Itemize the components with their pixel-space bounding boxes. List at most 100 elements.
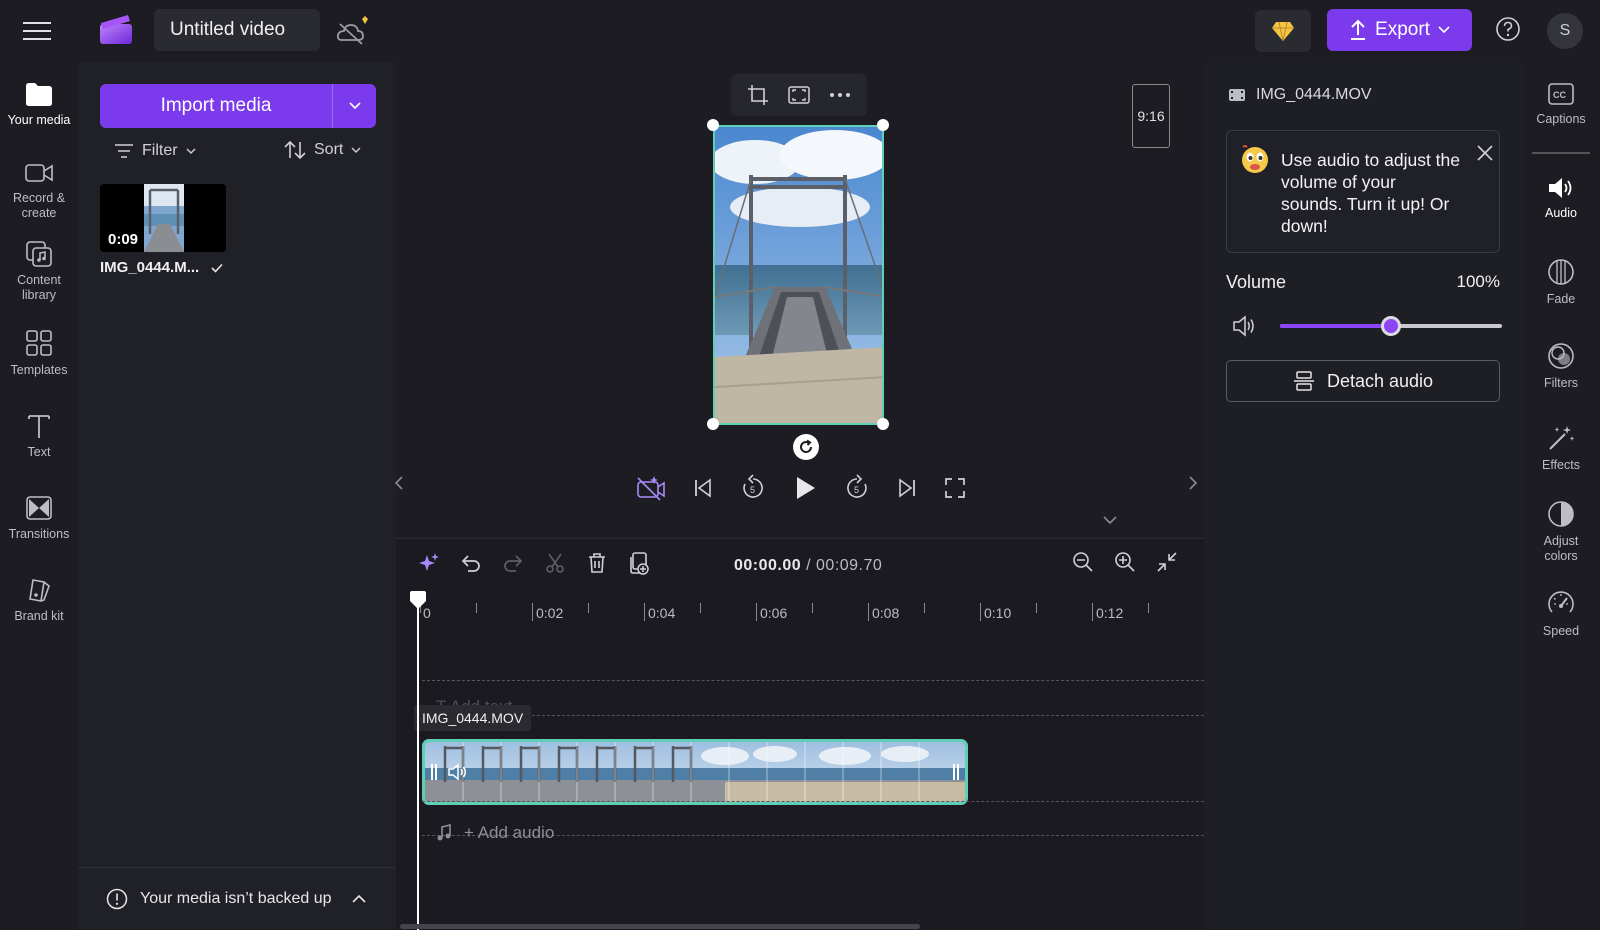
export-button[interactable]: Export [1327, 9, 1472, 51]
help-icon[interactable] [1495, 16, 1521, 42]
chevron-down-icon [1438, 26, 1450, 34]
volume-slider-thumb[interactable] [1381, 316, 1401, 336]
media-duration: 0:09 [108, 231, 139, 248]
rnav-filters[interactable]: Filters [1522, 342, 1600, 391]
collapse-left-panel-icon[interactable] [394, 476, 404, 490]
undo-icon[interactable] [460, 552, 482, 574]
tip-text: Use audio to adjust the volume of your s… [1281, 150, 1461, 236]
skip-to-end-icon[interactable] [896, 477, 918, 499]
skip-to-start-icon[interactable] [692, 477, 714, 499]
resize-handle[interactable] [707, 418, 719, 430]
rnav-label: Filters [1543, 376, 1579, 390]
nav-record-create[interactable]: Record & create [0, 160, 78, 221]
premium-gem-button[interactable] [1255, 10, 1311, 52]
volume-label: Volume [1226, 272, 1287, 292]
timeline-ruler[interactable]: 0 0:02 0:04 0:06 0:08 0:10 0:12 [414, 597, 1204, 627]
fullscreen-icon[interactable] [944, 477, 966, 499]
chevron-down-icon [348, 102, 361, 110]
nav-templates[interactable]: Templates [0, 328, 78, 378]
resize-handle[interactable] [707, 119, 719, 131]
rnav-effects[interactable]: Effects [1522, 424, 1600, 473]
volume-slider[interactable] [1280, 316, 1502, 336]
rnav-fade[interactable]: Fade [1522, 258, 1600, 307]
rnav-speed[interactable]: Speed [1522, 590, 1600, 639]
timeline-toolbar [418, 551, 650, 575]
video-preview-frame[interactable] [713, 125, 884, 425]
import-dropdown-button[interactable] [332, 84, 376, 128]
chevron-down-icon [351, 147, 361, 153]
nav-brand-kit[interactable]: Brand kit [0, 576, 78, 624]
nav-content-library[interactable]: Content library [0, 240, 78, 303]
crop-icon[interactable] [747, 84, 769, 106]
nav-text[interactable]: Text [0, 412, 78, 460]
play-icon[interactable] [792, 474, 818, 502]
media-thumbnail[interactable]: 0:09 [100, 184, 226, 252]
close-icon[interactable] [1477, 145, 1493, 161]
rotate-handle[interactable] [793, 434, 819, 460]
trim-handle-left-icon[interactable] [429, 763, 439, 781]
preview-toolbar [731, 74, 867, 116]
nav-your-media[interactable]: Your media [0, 80, 78, 128]
svg-text:5: 5 [750, 485, 755, 495]
cloud-offline-icon[interactable] [336, 16, 372, 46]
sort-icon [284, 140, 306, 160]
audio-tip-card: Use audio to adjust the volume of your s… [1226, 130, 1500, 253]
ai-camera-icon[interactable] [636, 475, 666, 501]
chevron-up-icon [351, 894, 366, 903]
speedometer-icon [1548, 591, 1574, 613]
zoom-in-icon[interactable] [1114, 551, 1136, 573]
timeline-scrollbar[interactable] [400, 924, 920, 929]
aspect-ratio-button[interactable]: 9:16 [1132, 84, 1170, 148]
rnav-captions[interactable]: CC Captions [1522, 82, 1600, 127]
rewind-5-icon[interactable]: 5 [740, 474, 766, 502]
nav-transitions[interactable]: Transitions [0, 494, 78, 542]
ai-sparkle-icon[interactable] [418, 552, 440, 574]
more-options-icon[interactable] [829, 92, 851, 98]
scissors-icon[interactable] [544, 552, 566, 574]
resize-handle[interactable] [877, 418, 889, 430]
zoom-out-icon[interactable] [1072, 551, 1094, 573]
ruler-label: 0:04 [648, 605, 676, 621]
backup-notice[interactable]: Your media isn’t backed up [78, 867, 396, 929]
forward-5-icon[interactable]: 5 [844, 474, 870, 502]
filter-label: Filter [142, 142, 178, 159]
add-audio-track[interactable]: + Add audio [436, 823, 554, 843]
duplicate-icon[interactable] [628, 551, 650, 575]
properties-panel: IMG_0444.MOV Use audio to adjust the vol… [1204, 62, 1522, 929]
nav-label: Transitions [8, 527, 70, 541]
fit-timeline-icon[interactable] [1156, 551, 1178, 573]
menu-icon[interactable] [20, 16, 54, 46]
import-media-button[interactable]: Import media [100, 84, 332, 128]
brand-kit-icon [29, 579, 50, 602]
resize-handle[interactable] [877, 119, 889, 131]
project-title-field[interactable]: Untitled video [154, 9, 320, 51]
playhead-handle[interactable] [409, 591, 427, 611]
detach-audio-button[interactable]: Detach audio [1226, 360, 1500, 402]
emoji-icon [1242, 145, 1268, 173]
fit-icon[interactable] [788, 85, 810, 105]
volume-speaker-icon[interactable] [1232, 315, 1256, 337]
trim-handle-right-icon[interactable] [951, 763, 961, 781]
right-sidebar: CC Captions Audio Fade Filters Effects A… [1522, 62, 1600, 929]
ruler-label: 0:08 [872, 605, 900, 621]
ruler-label: 0:12 [1096, 605, 1124, 621]
rnav-adjust-colors[interactable]: Adjust colors [1522, 500, 1600, 564]
sort-button[interactable]: Sort [284, 140, 361, 160]
volume-slider-fill [1280, 324, 1391, 328]
video-clip[interactable] [422, 739, 968, 805]
sort-label: Sort [314, 141, 344, 158]
filter-button[interactable]: Filter [114, 142, 196, 160]
ruler-label: 0:06 [760, 605, 788, 621]
filter-icon [115, 144, 133, 158]
rnav-audio[interactable]: Audio [1522, 176, 1600, 221]
rnav-label: Captions [1536, 112, 1586, 126]
avatar[interactable]: S [1547, 13, 1583, 49]
playhead[interactable] [417, 591, 419, 930]
collapse-right-panel-icon[interactable] [1188, 476, 1198, 490]
trash-icon[interactable] [586, 552, 608, 574]
clip-filmstrip [425, 742, 965, 802]
redo-icon[interactable] [502, 552, 524, 574]
speaker-icon[interactable] [447, 763, 467, 781]
collapse-timeline-icon[interactable] [1103, 516, 1117, 525]
volume-control [1232, 312, 1502, 340]
